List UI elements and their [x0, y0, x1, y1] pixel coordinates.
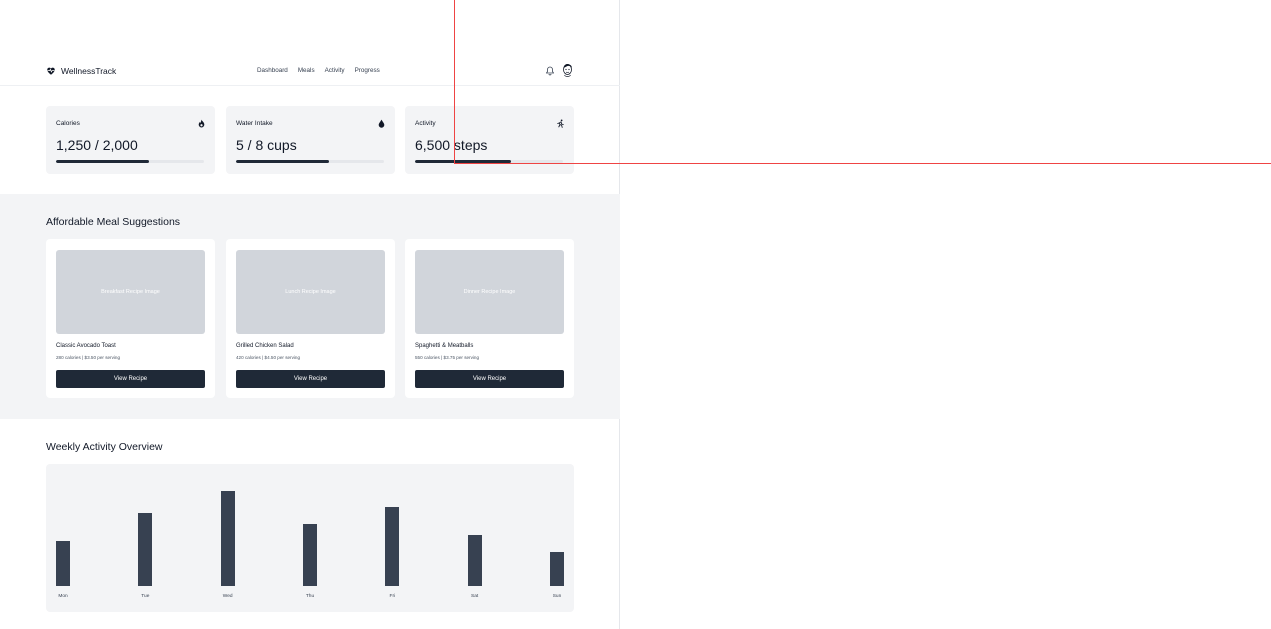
heart-pulse-icon — [47, 67, 55, 75]
meal-card-dinner: Dinner Recipe Image Spaghetti & Meatball… — [405, 239, 574, 398]
progress-fill — [56, 160, 149, 163]
meal-meta: 280 calories | $3.50 per serving — [56, 355, 121, 360]
chart-bar-wed — [220, 491, 235, 586]
view-recipe-button[interactable]: View Recipe — [236, 370, 385, 388]
chart-bar-mon — [56, 541, 70, 586]
x-tick-label: Fri — [389, 594, 396, 599]
stat-value: 1,250 / 2,000 — [56, 137, 138, 153]
stat-label: Water Intake — [236, 120, 273, 127]
meal-suggestions-section: Affordable Meal Suggestions Breakfast Re… — [0, 194, 620, 419]
progress-fill — [236, 160, 329, 163]
meal-name: Grilled Chicken Salad — [236, 343, 294, 349]
recipe-image-placeholder: Dinner Recipe Image — [415, 250, 564, 334]
x-tick-label: Thu — [305, 594, 315, 599]
nav-progress[interactable]: Progress — [355, 67, 380, 74]
stat-label: Calories — [56, 120, 80, 127]
x-tick-label: Tue — [141, 594, 150, 599]
stat-value: 5 / 8 cups — [236, 137, 297, 153]
progress-bar — [236, 160, 384, 163]
water-drop-icon — [378, 119, 385, 128]
meal-name: Spaghetti & Meatballs — [415, 343, 474, 349]
selection-outline — [454, 0, 1271, 164]
x-tick-label: Sat — [471, 594, 479, 599]
section-title: Weekly Activity Overview — [46, 441, 163, 453]
nav-activity[interactable]: Activity — [325, 67, 345, 74]
section-title: Affordable Meal Suggestions — [46, 216, 181, 228]
fire-icon — [198, 119, 205, 128]
stat-card-calories: Calories 1,250 / 2,000 — [46, 106, 215, 174]
x-tick-label: Sun — [552, 594, 562, 599]
weekly-activity-chart: Mon Tue Wed Thu Fri Sat Sun — [46, 464, 574, 612]
chart-bar-sat — [467, 535, 482, 586]
view-recipe-button[interactable]: View Recipe — [56, 370, 205, 388]
meal-name: Classic Avocado Toast — [56, 343, 116, 349]
stat-label: Activity — [415, 120, 436, 127]
meal-meta: 550 calories | $3.75 per serving — [415, 355, 480, 360]
x-tick-label: Mon — [58, 594, 68, 599]
chart-bar-sun — [550, 552, 564, 586]
chart-bar-thu — [303, 524, 317, 586]
nav-dashboard[interactable]: Dashboard — [257, 67, 288, 74]
stat-card-water: Water Intake 5 / 8 cups — [226, 106, 395, 174]
recipe-image-placeholder: Lunch Recipe Image — [236, 250, 385, 334]
chart-bar-fri — [385, 507, 400, 586]
view-recipe-button[interactable]: View Recipe — [415, 370, 564, 388]
meal-meta: 420 calories | $4.50 per serving — [236, 355, 301, 360]
brand[interactable]: WellnessTrack — [46, 66, 116, 76]
progress-bar — [56, 160, 204, 163]
main-nav: Dashboard Meals Activity Progress — [257, 67, 380, 74]
recipe-image-placeholder: Breakfast Recipe Image — [56, 250, 205, 334]
x-tick-label: Wed — [222, 594, 233, 599]
chart-bar-tue — [138, 513, 153, 586]
meal-card-breakfast: Breakfast Recipe Image Classic Avocado T… — [46, 239, 215, 398]
nav-meals[interactable]: Meals — [298, 67, 315, 74]
brand-name: WellnessTrack — [61, 66, 117, 76]
meal-card-lunch: Lunch Recipe Image Grilled Chicken Salad… — [226, 239, 395, 398]
